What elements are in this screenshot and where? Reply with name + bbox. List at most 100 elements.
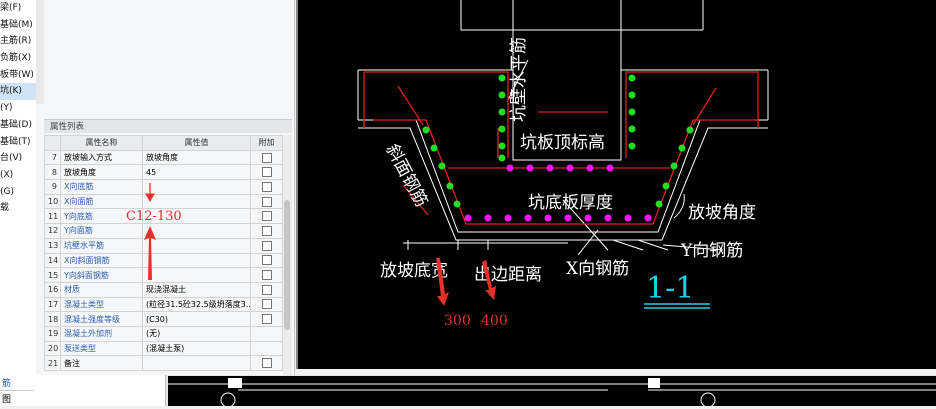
tree-scrollbar[interactable] xyxy=(36,0,44,104)
property-row[interactable]: 19 混凝土外加剂 (无) xyxy=(44,325,283,342)
property-name: 混凝土类型 xyxy=(60,296,143,313)
property-name: Y向底筋 xyxy=(60,208,143,225)
property-row[interactable]: 21 备注 xyxy=(44,355,283,371)
tree-item[interactable]: 基础(T) xyxy=(0,134,36,151)
label-y-rebar: Y向钢筋 xyxy=(680,241,743,261)
property-name: 放坡输入方式 xyxy=(60,149,143,166)
tree-item[interactable]: 基础(M) xyxy=(0,17,36,34)
extra-checkbox[interactable] xyxy=(261,196,272,207)
row-number: 9 xyxy=(44,179,61,195)
col-header-num xyxy=(44,135,61,151)
label-bottom-thickness: 坑底板厚度 xyxy=(528,193,613,213)
tree-item[interactable]: (X) xyxy=(0,167,36,184)
bottom-item-0[interactable]: 筋 xyxy=(0,375,165,390)
row-number: 8 xyxy=(44,164,61,181)
extra-cell xyxy=(250,223,283,239)
tree-item[interactable]: 台(V) xyxy=(0,150,36,167)
label-wall-horizontal: 坑壁水平筋 xyxy=(509,37,529,122)
extra-checkbox[interactable] xyxy=(261,358,272,369)
extra-checkbox[interactable] xyxy=(261,270,272,281)
property-row[interactable]: 8 放坡角度 45 xyxy=(44,164,283,181)
tree-item[interactable]: (Y) xyxy=(0,100,36,117)
property-value[interactable] xyxy=(142,208,251,225)
extra-checkbox[interactable] xyxy=(261,255,272,266)
tree-item[interactable]: 载 xyxy=(0,200,36,217)
property-name: 放坡角度 xyxy=(60,164,143,181)
property-value[interactable]: 放坡角度 xyxy=(142,149,251,166)
extra-checkbox[interactable] xyxy=(261,284,272,295)
extra-checkbox[interactable] xyxy=(261,225,272,236)
property-value[interactable] xyxy=(142,223,251,239)
property-row[interactable]: 17 混凝土类型 (粒径31.5砼32.5级坍落度3... xyxy=(44,296,283,313)
tree-item[interactable]: (G) xyxy=(0,184,36,201)
label-edge-distance: 出边距离 xyxy=(474,265,542,285)
property-row[interactable]: 7 放坡输入方式 放坡角度 xyxy=(44,149,283,166)
property-value[interactable]: (粒径31.5砼32.5级坍落度3... xyxy=(142,296,251,313)
col-header-value: 属性值 xyxy=(142,135,251,151)
property-name: 材质 xyxy=(60,281,143,298)
property-value[interactable] xyxy=(142,179,251,195)
extra-cell xyxy=(250,267,283,283)
row-number: 21 xyxy=(44,355,61,371)
extra-checkbox[interactable] xyxy=(261,181,272,192)
properties-panel-title: 属性列表 xyxy=(44,119,292,133)
properties-table: 属性名称 属性值 附加 7 放坡输入方式 放坡角度 8 放坡角度 45 9 X向底筋 10 X向面… xyxy=(44,135,283,371)
extra-checkbox[interactable] xyxy=(261,299,272,310)
tree-item[interactable]: 负筋(X) xyxy=(0,50,36,67)
row-number: 15 xyxy=(44,267,61,283)
property-name: 混凝土外加剂 xyxy=(60,325,143,342)
left-panel: 梁(F) 基础(M) 主筋(R) 负筋(X) 板带(W) 坑(K) (Y) 基础(D) 基础(T… xyxy=(0,0,295,375)
extra-cell xyxy=(250,355,283,371)
extra-checkbox[interactable] xyxy=(261,240,272,251)
extra-checkbox[interactable] xyxy=(261,167,272,178)
tree-item[interactable]: 基础(D) xyxy=(0,117,36,134)
property-row[interactable]: 14 X向斜面钢筋 xyxy=(44,252,283,269)
property-value[interactable] xyxy=(142,237,251,254)
cad-viewport[interactable]: 坑壁水平筋 坑板顶标高 坑底板厚度 斜面钢筋 放坡角度 Y向钢筋 X向钢筋 放坡… xyxy=(296,0,936,369)
label-slope-rebar: 斜面钢筋 xyxy=(382,141,432,210)
row-number: 20 xyxy=(44,340,61,357)
bottom-cad-strip xyxy=(168,376,936,408)
tree-item[interactable]: 梁(F) xyxy=(0,0,36,17)
label-x-rebar: X向钢筋 xyxy=(566,259,629,279)
property-value[interactable] xyxy=(142,355,251,371)
property-name: 坑壁水平筋 xyxy=(60,237,143,254)
label-slope-angle: 放坡角度 xyxy=(688,203,756,223)
row-number: 7 xyxy=(44,149,61,166)
properties-scrollbar-thumb[interactable] xyxy=(284,200,290,330)
bottom-tab[interactable]: 图 xyxy=(0,390,34,406)
extra-cell xyxy=(250,311,283,327)
property-value[interactable]: 现浇混凝土 xyxy=(142,281,251,298)
property-value[interactable] xyxy=(142,193,251,210)
property-value[interactable]: (混凝土泵) xyxy=(142,340,251,357)
property-value[interactable]: (C30) xyxy=(142,311,251,327)
property-row[interactable]: 16 材质 现浇混凝土 xyxy=(44,281,283,298)
tree-item[interactable]: 坑(K) xyxy=(0,83,36,101)
extra-checkbox[interactable] xyxy=(261,314,272,325)
property-row[interactable]: 10 X向面筋 xyxy=(44,193,283,210)
property-name: 泵送类型 xyxy=(60,340,143,357)
property-row[interactable]: 13 坑壁水平筋 xyxy=(44,237,283,254)
tree-item[interactable]: 板带(W) xyxy=(0,67,36,84)
tree-item[interactable]: 主筋(R) xyxy=(0,33,36,50)
label-top-elevation: 坑板顶标高 xyxy=(520,133,605,153)
property-row[interactable]: 18 混凝土强度等级 (C30) xyxy=(44,311,283,327)
property-row[interactable]: 11 Y向底筋 xyxy=(44,208,283,225)
extra-checkbox[interactable] xyxy=(261,152,272,163)
property-value[interactable]: (无) xyxy=(142,325,251,342)
property-value[interactable]: 45 xyxy=(142,164,251,181)
property-name: 备注 xyxy=(60,355,143,371)
extra-checkbox[interactable] xyxy=(261,211,272,222)
property-row[interactable]: 15 Y向斜面钢筋 xyxy=(44,267,283,283)
bottom-left-panel: 筋 图 xyxy=(0,375,166,406)
property-row[interactable]: 20 泵送类型 (混凝土泵) xyxy=(44,340,283,357)
property-row[interactable]: 12 Y向面筋 xyxy=(44,223,283,239)
col-header-name: 属性名称 xyxy=(60,135,143,151)
row-number: 13 xyxy=(44,237,61,254)
property-value[interactable] xyxy=(142,267,251,283)
row-number: 14 xyxy=(44,252,61,269)
property-row[interactable]: 9 X向底筋 xyxy=(44,179,283,195)
property-value[interactable] xyxy=(142,252,251,269)
row-number: 17 xyxy=(44,296,61,313)
extra-cell xyxy=(250,252,283,269)
